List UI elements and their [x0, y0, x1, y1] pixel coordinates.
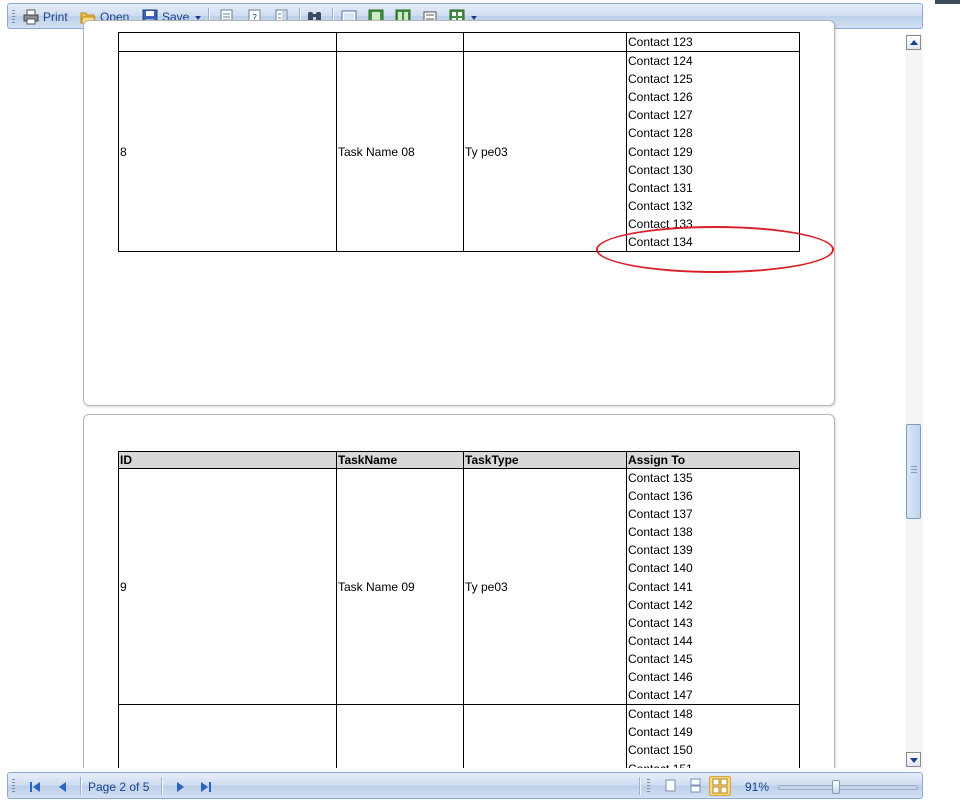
- zoom-slider[interactable]: [778, 780, 918, 794]
- contact-item: Contact 131: [628, 180, 693, 195]
- print-label: Print: [43, 9, 68, 24]
- column-header-assign-to: Assign To: [626, 451, 800, 469]
- column-header-taskname: TaskName: [336, 451, 464, 469]
- toolbar-grip[interactable]: [647, 779, 650, 793]
- contact-item: Contact 142: [628, 597, 693, 612]
- contact-item: Contact 145: [628, 651, 693, 666]
- assign-to-cell: Contact 124 Contact 125 Contact 126 Cont…: [626, 51, 800, 253]
- highlight-annotation-ellipse: [596, 226, 834, 273]
- print-button[interactable]: Print: [23, 7, 68, 26]
- contact-item: Contact 150: [628, 743, 693, 758]
- table-cell: [336, 31, 464, 53]
- table-header-row: ID TaskName TaskType Assign To: [118, 451, 800, 469]
- id-cell: 9: [118, 467, 337, 706]
- contact-item: Contact 137: [628, 507, 693, 522]
- contact-item: Contact 141: [628, 579, 693, 594]
- toolbar-separator: [639, 777, 640, 795]
- contact-item: Contact 139: [628, 543, 693, 558]
- contact-item: Contact 146: [628, 670, 693, 685]
- continuous-view-button[interactable]: [685, 776, 707, 796]
- contact-item: Contact 148: [628, 707, 693, 722]
- toolbar-separator: [80, 777, 81, 795]
- contact-item: Contact 128: [628, 126, 693, 141]
- contact-item: Contact 144: [628, 633, 693, 648]
- contact-item: Contact 140: [628, 561, 693, 576]
- arrow-up-icon: [910, 40, 918, 45]
- vertical-scrollbar[interactable]: [906, 34, 923, 769]
- grip-line: [911, 469, 917, 470]
- single-page-view-button[interactable]: [660, 776, 682, 796]
- contact-item: Contact 129: [628, 144, 693, 159]
- table-row: 8 Task Name 08 Ty pe03 Contact 124 Conta…: [118, 51, 800, 253]
- table-row: 9 Task Name 09 Ty pe03 Contact 135 Conta…: [118, 467, 800, 706]
- contact-item: Contact 127: [628, 108, 693, 123]
- column-header-tasktype: TaskType: [463, 451, 627, 469]
- report-page-2: ID TaskName TaskType Assign To 9 Task Na…: [83, 414, 835, 796]
- task-type-cell: Ty pe03: [463, 51, 627, 253]
- contact-item: Contact 143: [628, 615, 693, 630]
- navigation-toolbar: Page 2 of 5 91%: [7, 772, 923, 799]
- last-page-icon[interactable]: [200, 781, 212, 796]
- contact-item: Contact 136: [628, 489, 693, 504]
- zoom-level: 91%: [745, 780, 770, 794]
- contact-item: Contact 135: [628, 471, 693, 485]
- window-corner: [935, 0, 960, 4]
- task-name-cell: Task Name 08: [336, 51, 464, 253]
- report-page-1: Contact 123 8 Task Name 08 Ty pe03 Conta…: [83, 20, 835, 406]
- arrow-down-icon: [910, 758, 918, 763]
- scroll-up-button[interactable]: [906, 35, 921, 50]
- contact-item: Contact 125: [628, 72, 693, 87]
- column-header-id: ID: [118, 451, 337, 469]
- scroll-down-button[interactable]: [906, 752, 921, 767]
- multi-page-view-button[interactable]: [709, 776, 731, 796]
- contact-item: Contact 126: [628, 90, 693, 105]
- continuous-view-icon: [690, 778, 701, 793]
- grip-line: [911, 466, 917, 467]
- printer-icon: [23, 9, 39, 25]
- task-name-cell: Task Name 09: [336, 467, 464, 706]
- previous-page-icon[interactable]: [57, 781, 69, 796]
- assign-to-cell: Contact 135 Contact 136 Contact 137 Cont…: [626, 467, 800, 706]
- grip-line: [911, 472, 917, 473]
- first-page-icon[interactable]: [29, 781, 41, 796]
- report-table-page-1: Contact 123 8 Task Name 08 Ty pe03 Conta…: [118, 31, 800, 253]
- toolbar-grip[interactable]: [12, 779, 15, 793]
- multi-page-view-icon: [712, 778, 728, 794]
- report-table-page-2: ID TaskName TaskType Assign To 9 Task Na…: [118, 451, 800, 787]
- id-cell: 8: [118, 51, 337, 253]
- contact-item: Contact 147: [628, 688, 693, 703]
- contact-item: Contact 149: [628, 725, 693, 740]
- contact-item: Contact 138: [628, 525, 693, 540]
- table-row: Contact 123: [118, 31, 800, 53]
- task-type-cell: Ty pe03: [463, 467, 627, 706]
- page-indicator: Page 2 of 5: [88, 780, 150, 794]
- assign-to-cell: Contact 123: [626, 31, 800, 53]
- scroll-thumb[interactable]: [906, 424, 921, 519]
- contact-item: Contact 124: [628, 54, 693, 69]
- table-cell: [463, 31, 627, 53]
- single-page-view-icon: [665, 779, 676, 792]
- contact-item: Contact 130: [628, 162, 693, 177]
- table-cell: [118, 31, 337, 53]
- next-page-icon[interactable]: [174, 781, 186, 796]
- toolbar-grip[interactable]: [12, 10, 15, 24]
- contact-item: Contact 123: [628, 35, 693, 49]
- zoom-slider-thumb[interactable]: [832, 780, 840, 794]
- contact-item: Contact 132: [628, 198, 693, 213]
- toolbar-separator: [161, 777, 162, 795]
